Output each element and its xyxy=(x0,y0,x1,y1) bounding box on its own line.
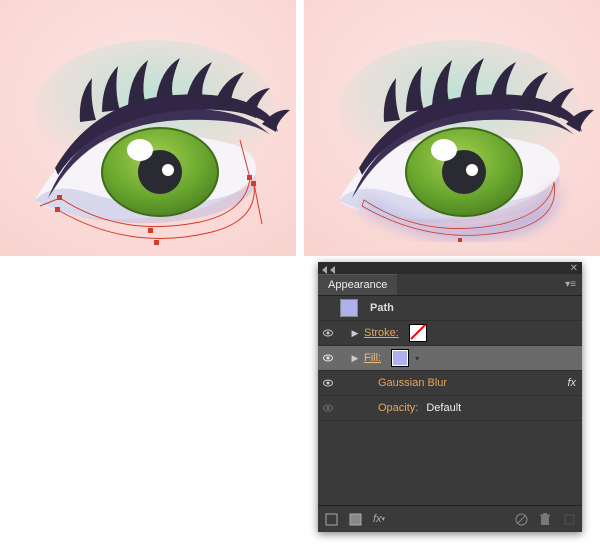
artwork-right xyxy=(304,0,600,256)
duplicate-icon[interactable] xyxy=(348,512,362,526)
fx-badge: fx xyxy=(567,377,576,389)
panel-footer: fx▾ xyxy=(318,506,582,532)
opacity-label[interactable]: Opacity: xyxy=(378,402,418,414)
path-thumbnail xyxy=(340,299,358,317)
appearance-panel: ✕ Appearance ▾≡ Path ▶ Stroke: ▶ Fill: xyxy=(318,262,582,532)
panel-menu-icon[interactable]: ▾≡ xyxy=(559,279,582,290)
panel-empty-area xyxy=(318,421,582,506)
clear-icon[interactable] xyxy=(514,512,528,526)
fill-swatch[interactable] xyxy=(391,349,409,367)
row-stroke[interactable]: ▶ Stroke: xyxy=(318,321,582,346)
disclose-fill[interactable]: ▶ xyxy=(350,353,360,364)
appearance-rows: Path ▶ Stroke: ▶ Fill: ▾ Gaussian xyxy=(318,296,582,421)
opacity-value: Default xyxy=(426,402,461,414)
visibility-toggle-stroke[interactable] xyxy=(322,327,334,339)
collapse-icon-2[interactable] xyxy=(330,266,335,274)
new-art-icon[interactable] xyxy=(324,512,338,526)
fill-swatch-dropdown[interactable]: ▾ xyxy=(415,354,419,363)
visibility-toggle-opacity[interactable] xyxy=(322,402,334,414)
close-icon[interactable]: ✕ xyxy=(570,263,578,274)
disclose-stroke[interactable]: ▶ xyxy=(350,328,360,339)
disabled-action-icon xyxy=(562,512,576,526)
row-path[interactable]: Path xyxy=(318,296,582,321)
row-opacity[interactable]: Opacity: Default xyxy=(318,396,582,421)
collapse-icon[interactable] xyxy=(322,266,327,274)
item-type-label: Path xyxy=(370,302,394,314)
visibility-toggle-gblur[interactable] xyxy=(322,377,334,389)
panel-tab-appearance[interactable]: Appearance xyxy=(318,274,397,295)
artwork-left xyxy=(0,0,296,256)
row-fill[interactable]: ▶ Fill: ▾ xyxy=(318,346,582,371)
panel-header: Appearance ▾≡ xyxy=(318,274,582,296)
gaussian-blur-label[interactable]: Gaussian Blur xyxy=(378,377,447,389)
row-gaussian-blur[interactable]: Gaussian Blur fx xyxy=(318,371,582,396)
panel-topbar: ✕ xyxy=(318,262,582,274)
visibility-toggle-fill[interactable] xyxy=(322,352,334,364)
stroke-label[interactable]: Stroke: xyxy=(364,327,399,339)
trash-icon[interactable] xyxy=(538,512,552,526)
stroke-swatch-none[interactable] xyxy=(409,324,427,342)
fx-menu-icon[interactable]: fx▾ xyxy=(372,512,386,526)
spacer-icon xyxy=(322,302,334,314)
fill-label[interactable]: Fill: xyxy=(364,352,381,364)
